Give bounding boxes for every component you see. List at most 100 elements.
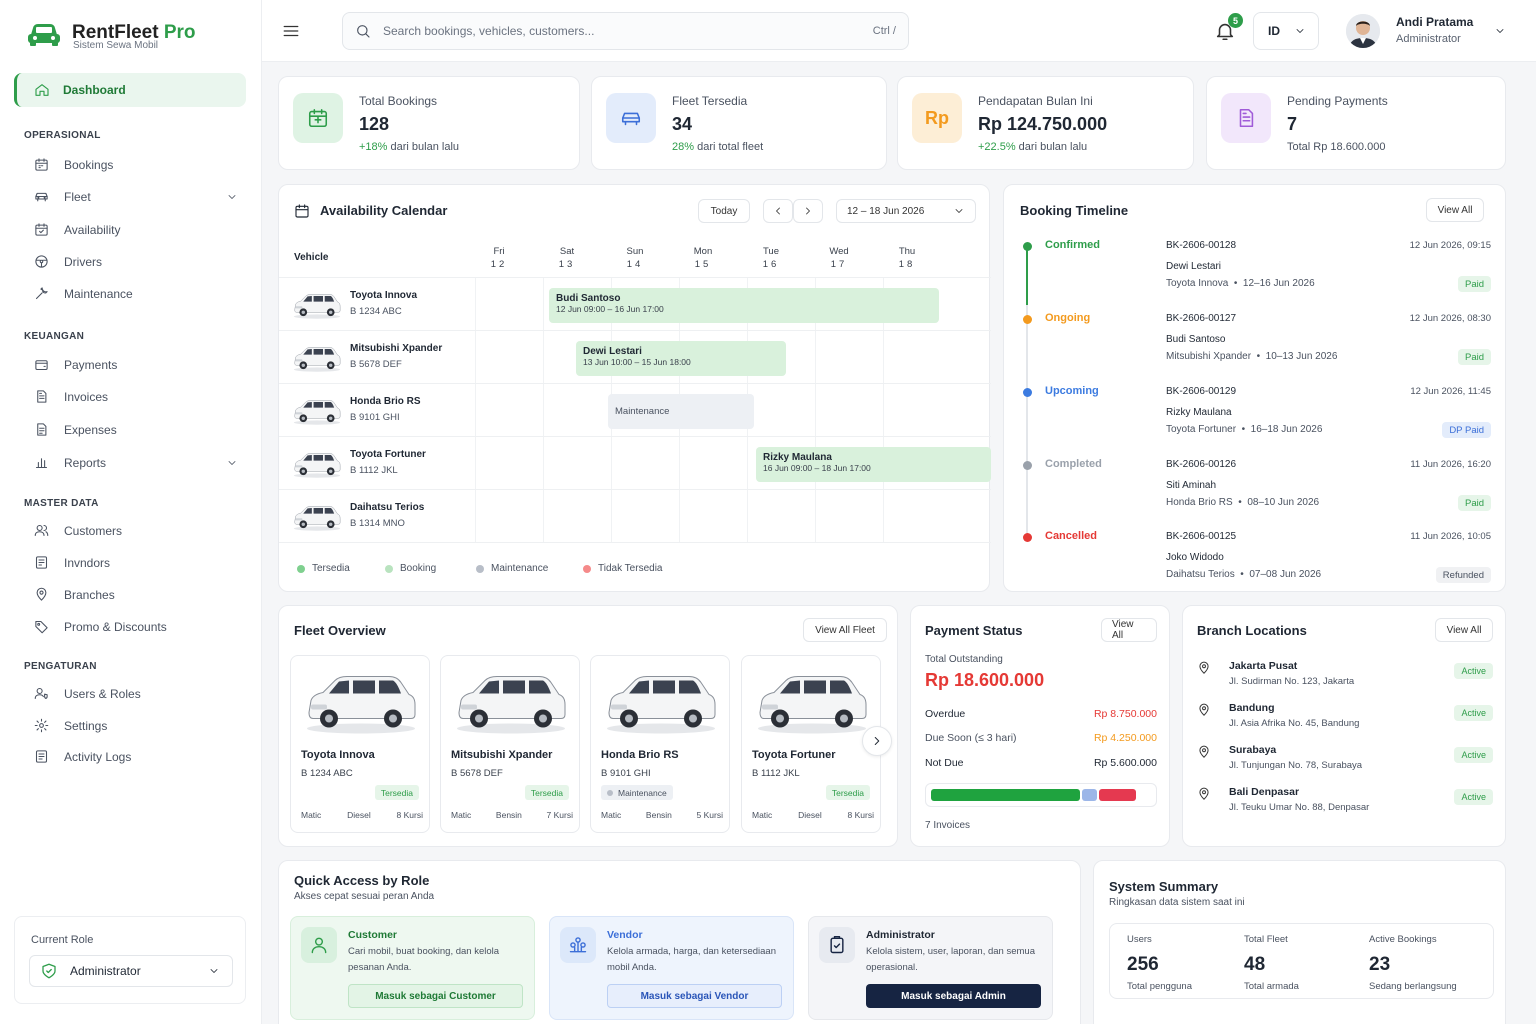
branch-item[interactable]: Jakarta Pusat Jl. Sudirman No. 123, Jakar… [1197, 660, 1493, 700]
stat-card[interactable]: Rp Pendapatan Bulan Ini Rp 124.750.000 +22.… [897, 76, 1194, 170]
sidebar-item-reports[interactable]: Reports [34, 455, 244, 470]
sidebar: RentFleet Pro Sistem Sewa Mobil Dashboar… [0, 0, 262, 1024]
quick-access-subtitle: Akses cepat sesuai peran Anda [294, 891, 435, 902]
prev-week-button[interactable] [763, 199, 793, 223]
payment-row-value: Rp 4.250.000 [1093, 732, 1157, 744]
payment-row-value: Rp 5.600.000 [1093, 757, 1157, 769]
role-login-button[interactable]: Masuk sebagai Admin [866, 984, 1041, 1008]
timeline-status: Completed [1045, 458, 1102, 470]
stat-subtitle: +22.5% dari bulan lalu [978, 141, 1087, 153]
date-range-value: 12 – 18 Jun 2026 [847, 205, 925, 217]
stat-change: +22.5% [978, 141, 1016, 153]
fleet-car-card[interactable]: Honda Brio RS B 9101 GHI Maintenance Matic B… [590, 655, 730, 833]
today-button[interactable]: Today [698, 199, 750, 223]
invoice-count: 7 Invoices [925, 820, 971, 831]
booking-id[interactable]: BK-2606-00126 [1166, 459, 1236, 470]
timeline-progress-line [1026, 245, 1028, 305]
legend-label: Tersedia [312, 563, 350, 574]
search-icon [357, 25, 370, 38]
payment-bar-segment [931, 789, 1081, 801]
calendar-booking-block[interactable]: Dewi Lestari 13 Jun 10:00 – 15 Jun 18:00 [576, 341, 786, 376]
transmission-spec: Matic [451, 810, 472, 820]
calendar-maintenance-block[interactable]: Maintenance [608, 394, 754, 429]
availability-calendar-card: Availability Calendar Today 12 – 18 Jun … [278, 184, 991, 592]
stat-card[interactable]: Fleet Tersedia 34 28% dari total fleet [591, 76, 887, 170]
sidebar-item-drivers[interactable]: Drivers [34, 254, 244, 269]
sidebar-item-settings[interactable]: Settings [34, 718, 244, 733]
search-input[interactable]: Search bookings, vehicles, customers... … [342, 12, 909, 50]
timeline-view-all-button[interactable]: View All [1426, 198, 1484, 222]
sidebar-item-users-roles[interactable]: Users & Roles [34, 686, 244, 701]
vehicle-name: Mitsubishi Xpander [1166, 351, 1252, 362]
booking-timeline-card: Booking Timeline View All Confirmed BK-26… [1003, 184, 1506, 592]
payment-row: Due Soon (≤ 3 hari) Rp 4.250.000 [925, 732, 1157, 744]
calendar-day-header: Fri 12 [479, 245, 519, 271]
booking-date: 11 Jun 2026, 10:05 [1410, 531, 1491, 542]
sidebar-item-branches[interactable]: Branches [34, 587, 244, 602]
vehicle-name: Toyota Innova [1166, 278, 1229, 289]
sidebar-item-label: Reports [64, 455, 107, 470]
role-login-button[interactable]: Masuk sebagai Vendor [607, 984, 782, 1008]
sidebar-item-invoices[interactable]: Invoices [34, 389, 244, 404]
sidebar-item-dashboard[interactable]: Dashboard [14, 73, 246, 107]
sidebar-item-label: Bookings [64, 157, 114, 172]
car-logo-icon [28, 24, 60, 46]
sidebar-item-invndors[interactable]: Invndors [34, 555, 244, 570]
fleet-next-button[interactable] [862, 726, 892, 756]
calendar-icon [295, 204, 309, 218]
payment-view-all-button[interactable]: View All [1101, 618, 1157, 642]
app-logo[interactable]: RentFleet Pro Sistem Sewa Mobil [26, 18, 196, 51]
booking-id[interactable]: BK-2606-00127 [1166, 313, 1236, 324]
stat-card[interactable]: Total Bookings 128 +18% dari bulan lalu [278, 76, 580, 170]
car-status-badge: Tersedia [374, 785, 419, 800]
sidebar-item-label: Promo & Discounts [64, 619, 167, 634]
stat-subtitle-text: dari bulan lalu [1015, 141, 1088, 153]
sidebar-item-expenses[interactable]: Expenses [34, 422, 244, 437]
branch-view-all-button[interactable]: View All [1435, 618, 1493, 642]
separator-dot: • [1228, 278, 1243, 289]
day-number: 17 [830, 259, 848, 270]
sidebar-item-promo[interactable]: Promo & Discounts [34, 619, 244, 634]
sidebar-item-activity-logs[interactable]: Activity Logs [34, 749, 244, 764]
view-all-fleet-button[interactable]: View All Fleet [803, 618, 887, 642]
sidebar-item-label: Branches [64, 587, 115, 602]
avatar[interactable] [1346, 14, 1380, 48]
sidebar-item-maintenance[interactable]: Maintenance [34, 286, 244, 301]
summary-stats: Users 256 Total pengguna Total Fleet 48 Total… [1109, 923, 1494, 999]
summary-stat-label: Active Bookings [1369, 934, 1437, 945]
booking-id[interactable]: BK-2606-00125 [1166, 531, 1236, 542]
role-login-button[interactable]: Masuk sebagai Customer [348, 984, 523, 1008]
fleet-car-card[interactable]: Mitsubishi Xpander B 5678 DEF Tersedia Mati… [440, 655, 580, 833]
sidebar-item-customers[interactable]: Customers [34, 523, 244, 538]
timeline-dot [1023, 533, 1032, 542]
fleet-car-card[interactable]: Toyota Fortuner B 1112 JKL Tersedia Matic Di… [741, 655, 881, 833]
next-week-button[interactable] [793, 199, 823, 223]
timeline-line [1026, 305, 1028, 537]
calendar-booking-block[interactable]: Rizky Maulana 16 Jun 09:00 – 18 Jun 17:00 [756, 447, 991, 482]
sidebar-item-fleet[interactable]: Fleet [34, 189, 244, 204]
branch-item[interactable]: Surabaya Jl. Tunjungan No. 78, Surabaya Ac… [1197, 744, 1493, 784]
menu-icon[interactable] [282, 22, 300, 40]
booking-date: 12 Jun 2026, 08:30 [1409, 313, 1491, 324]
booking-id[interactable]: BK-2606-00129 [1166, 386, 1236, 397]
booking-id[interactable]: BK-2606-00128 [1166, 240, 1236, 251]
day-number: 18 [898, 259, 916, 270]
search-placeholder: Search bookings, vehicles, customers... [383, 24, 595, 38]
vehicle-thumbnail [291, 343, 343, 373]
calendar-booking-block[interactable]: Budi Santoso 12 Jun 09:00 – 16 Jun 17:00 [549, 288, 939, 323]
sidebar-item-bookings[interactable]: Bookings [34, 157, 244, 172]
branch-item[interactable]: Bali Denpasar Jl. Teuku Umar No. 88, Denp… [1197, 786, 1493, 826]
payment-status-badge: Paid [1457, 276, 1491, 292]
language-select[interactable]: ID [1253, 12, 1319, 50]
sidebar-item-payments[interactable]: Payments [34, 357, 244, 372]
booking-vehicle: Toyota Fortuner • 16–18 Jun 2026 [1166, 424, 1322, 435]
branch-item[interactable]: Bandung Jl. Asia Afrika No. 45, Bandung Ac… [1197, 702, 1493, 742]
role-select[interactable]: Administrator [29, 955, 233, 987]
legend-dot [385, 564, 393, 573]
stat-card[interactable]: Pending Payments 7 Total Rp 18.600.000 [1206, 76, 1506, 170]
separator-dot: • [1251, 351, 1266, 362]
date-range-select[interactable]: 12 – 18 Jun 2026 [836, 199, 976, 223]
chevron-down-icon[interactable] [1494, 25, 1506, 37]
fleet-car-card[interactable]: Toyota Innova B 1234 ABC Tersedia Matic Dies… [290, 655, 430, 833]
sidebar-item-availability[interactable]: Availability [34, 222, 244, 237]
